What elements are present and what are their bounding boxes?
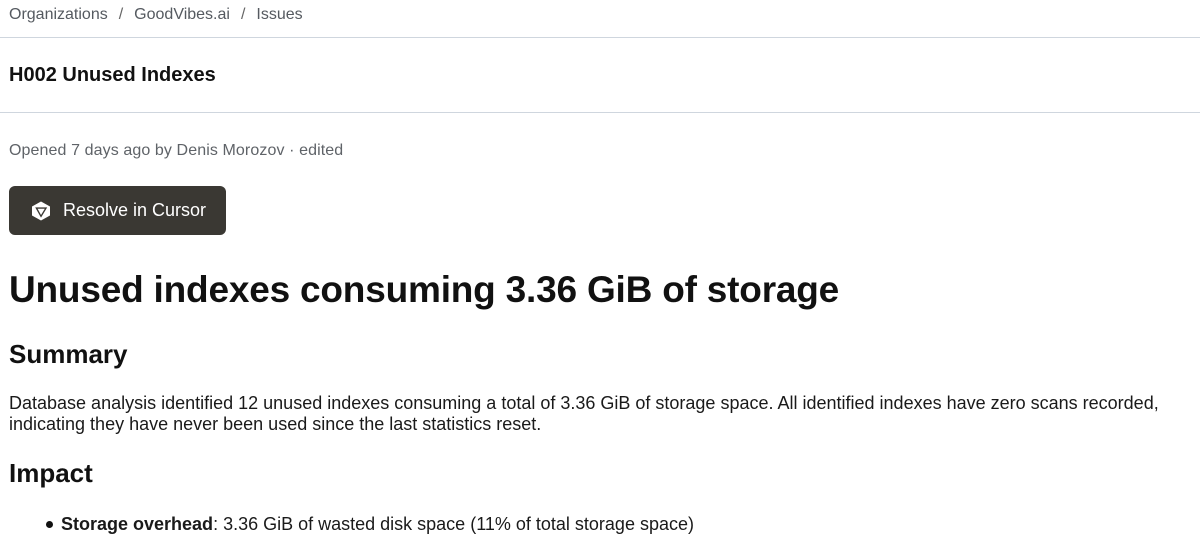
resolve-button-label: Resolve in Cursor (63, 200, 207, 220)
bullet-icon (46, 521, 53, 528)
impact-item-label: Storage overhead (61, 514, 214, 534)
breadcrumb-separator: / (240, 6, 246, 23)
header-divider (0, 37, 1200, 38)
breadcrumb: Organizations / GoodVibes.ai / Issues (9, 6, 303, 24)
impact-item-text: : 3.36 GiB of wasted disk space (11% of … (213, 514, 694, 534)
breadcrumb-separator: / (118, 6, 124, 23)
issue-heading: Unused indexes consuming 3.36 GiB of sto… (9, 269, 840, 310)
impact-list-item: Storage overhead: 3.36 GiB of wasted dis… (9, 513, 694, 535)
impact-heading: Impact (9, 458, 93, 488)
breadcrumb-goodvibes-link[interactable]: GoodVibes.ai (134, 6, 230, 24)
title-divider (0, 112, 1200, 113)
cursor-logo-icon (30, 200, 52, 222)
issue-title: H002 Unused Indexes (9, 64, 216, 86)
impact-list: Storage overhead: 3.36 GiB of wasted dis… (9, 513, 694, 535)
breadcrumb-issues-link[interactable]: Issues (256, 6, 302, 24)
summary-text: Database analysis identified 12 unused i… (9, 393, 1159, 434)
summary-heading: Summary (9, 339, 128, 369)
breadcrumb-organizations-link[interactable]: Organizations (9, 6, 108, 24)
resolve-in-cursor-button[interactable]: Resolve in Cursor (9, 186, 226, 235)
issue-meta: Opened 7 days ago by Denis Morozov · edi… (9, 142, 344, 159)
